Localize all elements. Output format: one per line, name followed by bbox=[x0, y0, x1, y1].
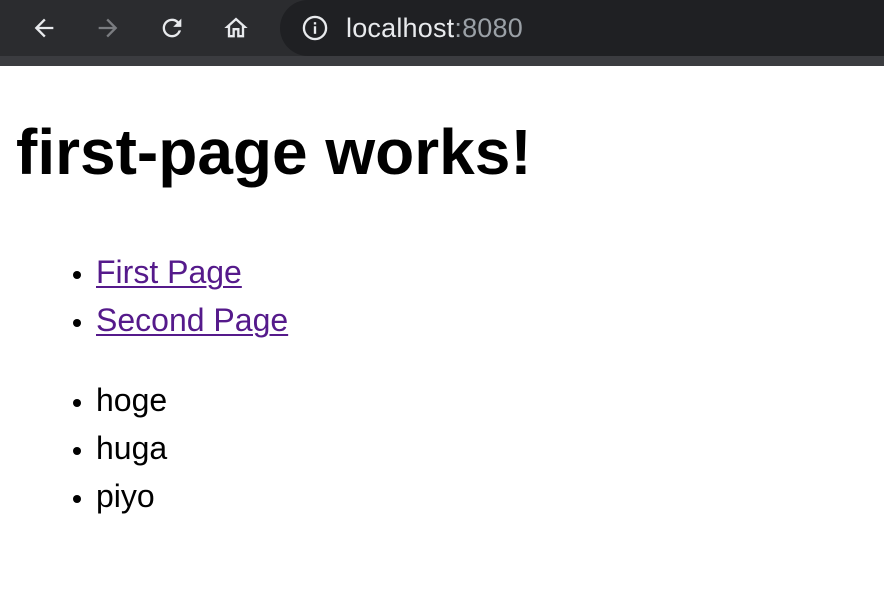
url-port: :8080 bbox=[454, 12, 523, 43]
browser-toolbar: localhost:8080 bbox=[0, 0, 884, 66]
page-content: first-page works! First Page Second Page… bbox=[0, 66, 884, 614]
forward-button[interactable] bbox=[88, 8, 128, 48]
reload-button[interactable] bbox=[152, 8, 192, 48]
list-item: huga bbox=[96, 424, 167, 472]
item-list: hoge huga piyo bbox=[0, 376, 167, 520]
page-title: first-page works! bbox=[16, 116, 532, 188]
first-page-link[interactable]: First Page bbox=[96, 254, 242, 290]
home-button[interactable] bbox=[216, 8, 256, 48]
list-item: hoge bbox=[96, 376, 167, 424]
back-button[interactable] bbox=[24, 8, 64, 48]
second-page-link[interactable]: Second Page bbox=[96, 302, 288, 338]
arrow-left-icon bbox=[34, 18, 54, 38]
address-bar[interactable]: localhost:8080 bbox=[280, 0, 884, 56]
nav-link-list: First Page Second Page bbox=[0, 248, 288, 344]
arrow-right-icon bbox=[98, 18, 118, 38]
list-item: First Page bbox=[96, 248, 288, 296]
url-text[interactable]: localhost:8080 bbox=[346, 13, 523, 44]
info-icon[interactable] bbox=[300, 13, 330, 43]
reload-icon bbox=[162, 18, 182, 38]
list-item: Second Page bbox=[96, 296, 288, 344]
list-item: piyo bbox=[96, 472, 167, 520]
home-icon bbox=[224, 17, 248, 38]
url-host: localhost bbox=[346, 12, 455, 43]
